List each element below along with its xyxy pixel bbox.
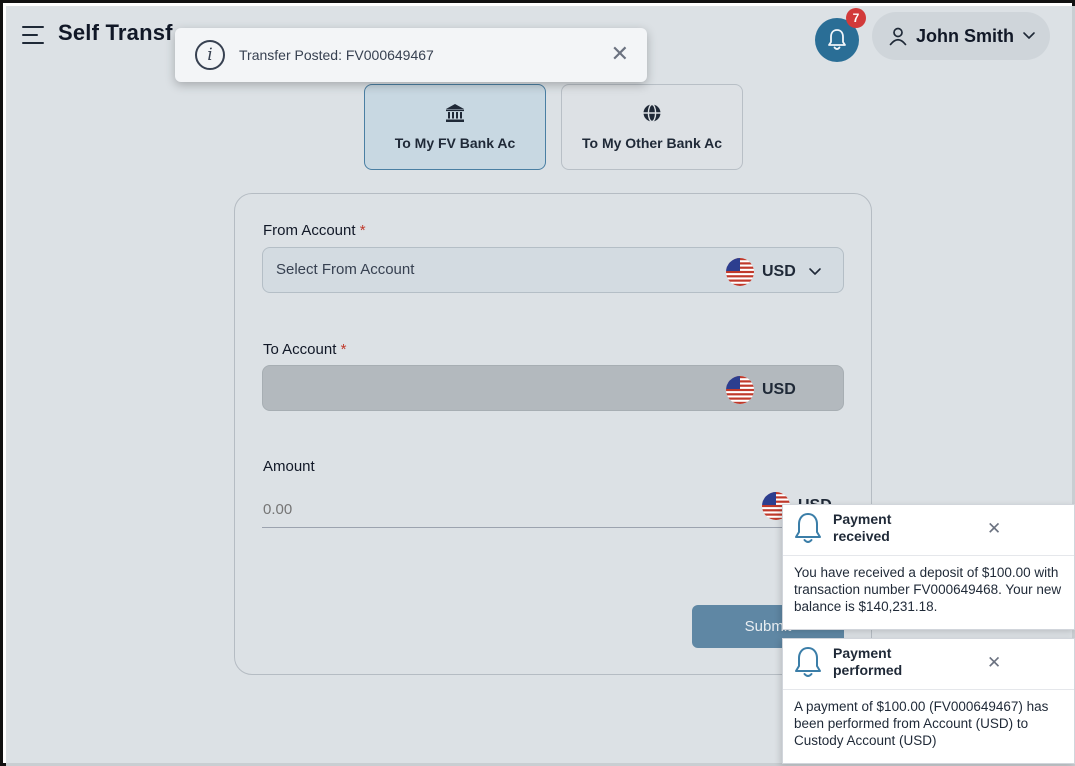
toast-message: Transfer Posted: FV000649467 — [239, 47, 434, 63]
user-name: John Smith — [916, 25, 1014, 46]
us-flag-icon — [726, 376, 754, 404]
currency-selector: USD — [726, 258, 822, 286]
notification-body: A payment of $100.00 (FV000649467) has b… — [794, 699, 1049, 748]
us-flag-icon — [726, 258, 754, 286]
bell-icon — [828, 29, 846, 50]
page-title: Self Transf — [58, 20, 173, 45]
to-account-label: To Account * — [263, 341, 347, 358]
notification-title: Payment performed — [833, 645, 903, 678]
currency-code: USD — [762, 381, 796, 398]
from-account-select[interactable]: Select From Account USD — [262, 247, 844, 293]
tab-to-my-fv-bank-account[interactable]: To My FV Bank Ac — [364, 84, 546, 170]
transfer-posted-toast: i Transfer Posted: FV000649467 ✕ — [175, 28, 647, 82]
amount-label: Amount — [263, 458, 315, 475]
tab-label: To My FV Bank Ac — [394, 135, 516, 151]
from-account-label: From Account * — [263, 222, 366, 239]
menu-icon[interactable] — [22, 26, 44, 44]
close-icon[interactable]: ✕ — [611, 41, 629, 67]
chevron-down-icon — [808, 268, 821, 275]
chevron-down-icon — [1023, 32, 1035, 39]
bank-icon — [446, 104, 464, 122]
divider — [783, 555, 1074, 556]
tab-to-my-other-bank-account[interactable]: To My Other Bank Ac — [561, 84, 743, 170]
notification-body: You have received a deposit of $100.00 w… — [794, 565, 1062, 614]
bell-icon — [793, 511, 823, 545]
globe-icon — [643, 103, 661, 123]
info-icon: i — [195, 40, 225, 70]
bell-icon — [793, 645, 823, 679]
amount-input[interactable] — [262, 492, 844, 528]
tab-label: To My Other Bank Ac — [581, 135, 723, 151]
notification-card: Payment performed ✕ A payment of $100.00… — [782, 638, 1075, 764]
required-mark: * — [340, 341, 347, 358]
required-mark: * — [359, 222, 366, 239]
divider — [783, 689, 1074, 690]
currency-display: USD — [726, 376, 796, 404]
notification-title: Payment received — [833, 511, 892, 544]
to-account-select[interactable]: USD — [262, 365, 844, 411]
user-icon — [889, 27, 907, 46]
user-menu[interactable]: John Smith — [872, 12, 1050, 60]
notification-card: Payment received ✕ You have received a d… — [782, 504, 1075, 630]
notification-count-badge: 7 — [846, 8, 866, 28]
currency-code: USD — [762, 263, 796, 280]
from-account-placeholder: Select From Account — [276, 261, 415, 278]
close-icon[interactable]: ✕ — [987, 519, 1001, 539]
close-icon[interactable]: ✕ — [987, 653, 1001, 673]
